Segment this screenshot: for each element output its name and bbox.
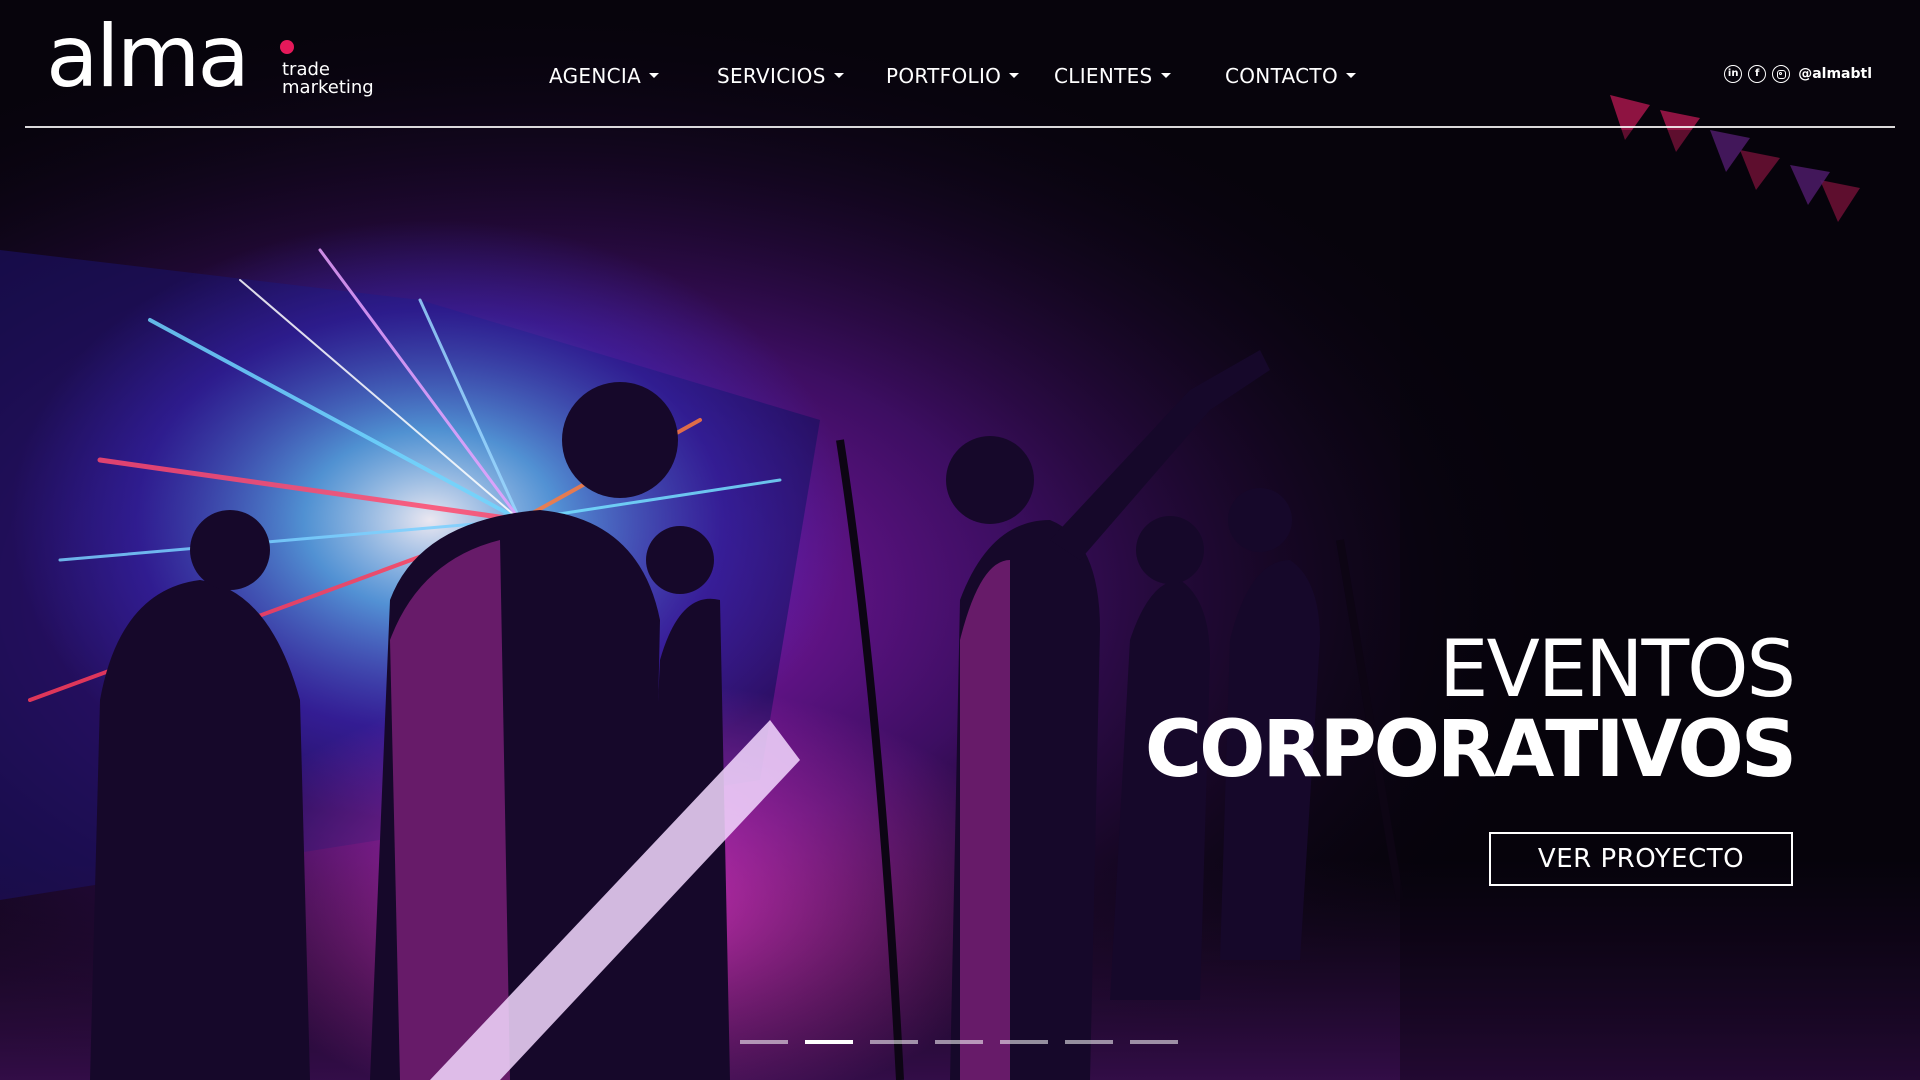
view-project-button[interactable]: VER PROYECTO: [1489, 832, 1793, 886]
slider-pagination: [740, 1040, 1180, 1044]
hero-headline-line1: EVENTOS: [1439, 625, 1796, 715]
slider-dot-7[interactable]: [1130, 1040, 1178, 1044]
caret-down-icon: [1346, 73, 1356, 78]
nav-item-label: AGENCIA: [549, 63, 642, 88]
caret-down-icon: [649, 73, 660, 78]
caret-down-icon: [833, 73, 844, 78]
hero-headline: EVENTOS CORPORATIVOS: [1144, 625, 1797, 795]
nav-item-clientes[interactable]: CLIENTES: [1054, 60, 1171, 90]
hero-background-photo: [0, 0, 1920, 1080]
nav-item-label: CLIENTES: [1054, 63, 1153, 88]
social-handle[interactable]: @almabtl: [1798, 66, 1872, 82]
main-nav: AGENCIA SERVICIOS PORTFOLIO CLIENTES CON…: [0, 60, 1920, 90]
linkedin-icon[interactable]: in: [1724, 65, 1743, 83]
slider-dot-1[interactable]: [740, 1040, 788, 1044]
nav-item-label: CONTACTO: [1225, 63, 1338, 88]
nav-item-servicios[interactable]: SERVICIOS: [717, 60, 844, 90]
logo-accent-dot: [280, 40, 294, 54]
nav-item-portfolio[interactable]: PORTFOLIO: [886, 60, 1020, 90]
nav-item-label: PORTFOLIO: [886, 63, 1002, 88]
caret-down-icon: [1009, 73, 1020, 78]
slider-dot-3[interactable]: [870, 1040, 918, 1044]
hero-headline-line2: CORPORATIVOS: [1144, 705, 1797, 795]
slider-dot-5[interactable]: [1000, 1040, 1048, 1044]
slider-dot-6[interactable]: [1065, 1040, 1113, 1044]
nav-item-agencia[interactable]: AGENCIA: [549, 60, 660, 90]
caret-down-icon: [1160, 73, 1171, 78]
slider-dot-4[interactable]: [935, 1040, 983, 1044]
header-divider: [25, 126, 1895, 128]
nav-item-contacto[interactable]: CONTACTO: [1225, 60, 1356, 90]
nav-item-label: SERVICIOS: [717, 63, 826, 88]
instagram-icon[interactable]: [1772, 65, 1791, 83]
facebook-icon[interactable]: f: [1748, 65, 1767, 83]
slider-dot-2[interactable]: [805, 1040, 853, 1044]
site-header: alma trade marketing AGENCIA SERVICIOS P…: [0, 0, 1920, 130]
social-links: in f @almabtl: [1724, 62, 1872, 86]
hero-slider: alma trade marketing AGENCIA SERVICIOS P…: [0, 0, 1920, 1080]
